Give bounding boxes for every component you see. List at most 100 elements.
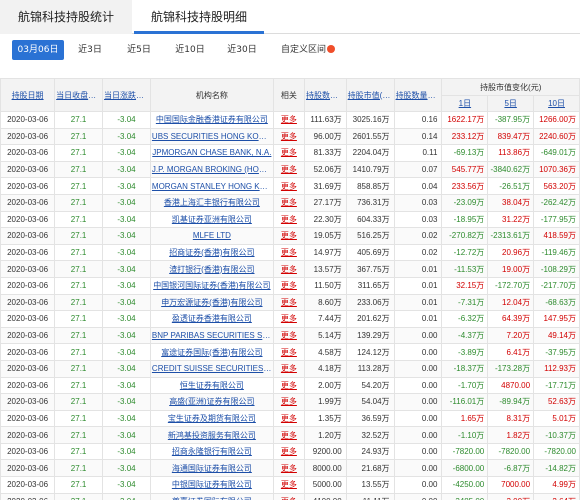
cell-institution-link[interactable]: 盈透证券香港有限公司 (149, 310, 274, 328)
cell-more-link[interactable]: 更多 (272, 376, 306, 395)
cell-value: 24.93万 (345, 442, 395, 461)
cell-change: -3.04 (102, 144, 151, 162)
cell-institution-link[interactable]: 招商永隆银行有限公司 (149, 442, 274, 461)
cell-more-link[interactable]: 更多 (272, 476, 306, 494)
cell-more-link[interactable]: 更多 (272, 310, 306, 328)
period-tab-5d[interactable]: 近5日 (120, 40, 158, 60)
cell-change: -3.04 (102, 359, 151, 378)
cell-change-10d: 4.99万 (533, 476, 580, 494)
table-row: 2020-03-06 27.1 -3.04 中国银河国际证券(香港)有限公司 更多 11.… (0, 276, 580, 295)
table-row: 2020-03-06 27.1 -3.04 香港上海汇丰银行有限公司 更多 27.17万 7… (0, 193, 580, 212)
cell-date: 2020-03-06 (0, 243, 56, 262)
cell-more-link[interactable]: 更多 (272, 177, 306, 195)
cell-more-link[interactable]: 更多 (272, 276, 306, 295)
cell-more-link[interactable]: 更多 (272, 243, 306, 262)
cell-institution-link[interactable]: 凯基证券亚洲有限公司 (149, 210, 274, 229)
cell-change-5d: -2313.61万 (487, 227, 535, 245)
cell-institution-link[interactable]: 中国国际金融香港证券有限公司 (149, 111, 274, 129)
cell-institution-link[interactable]: MLFE LTD (149, 227, 274, 245)
cell-more-link[interactable]: 更多 (272, 359, 306, 378)
col-header-ratio[interactable]: 持股数量占A股百分比(%) (393, 78, 443, 112)
col-header-shares[interactable]: 持股数量(股) (304, 78, 347, 112)
cell-change-1d: -18.37万 (441, 359, 489, 378)
col-header-10d[interactable]: 10日 (533, 95, 580, 112)
cell-more-link[interactable]: 更多 (272, 160, 306, 179)
cell-institution-link[interactable]: BNP PARIBAS SECURITIES SERVICES (149, 326, 274, 345)
period-tab-custom[interactable]: 自定义区间 (276, 40, 340, 60)
cell-institution-link[interactable]: 富途证券国际(香港)有限公司 (149, 343, 274, 361)
cell-institution-link[interactable]: CREDIT SUISSE SECURITIES (HONG KONG) (149, 359, 274, 378)
col-header-5d[interactable]: 5日 (487, 95, 535, 112)
cell-more-link[interactable]: 更多 (272, 442, 306, 461)
cell-close: 27.1 (54, 160, 104, 179)
cell-date: 2020-03-06 (0, 276, 56, 295)
period-tab-3d[interactable]: 近3日 (72, 40, 108, 60)
cell-institution-link[interactable]: 申万宏源证券(香港)有限公司 (149, 293, 274, 312)
cell-date: 2020-03-06 (0, 227, 56, 245)
cell-institution-link[interactable]: UBS SECURITIES HONG KONG LIMITED (149, 127, 274, 146)
cell-value: 11.11万 (345, 492, 395, 500)
tab-holding-details[interactable]: 航锦科技持股明细 (134, 0, 264, 34)
cell-more-link[interactable]: 更多 (272, 426, 306, 444)
cell-shares: 1.99万 (304, 393, 347, 411)
col-header-change[interactable]: 当日涨跌幅(%) (102, 78, 151, 112)
period-tab-30d[interactable]: 近30日 (222, 40, 262, 60)
cell-change-1d: -7820.00 (441, 442, 489, 461)
cell-institution-link[interactable]: MORGAN STANLEY HONG KONG SECURITIES (149, 177, 274, 195)
cell-institution-link[interactable]: 恒生证券有限公司 (149, 376, 274, 395)
cell-change-10d: 418.59万 (533, 227, 580, 245)
cell-more-link[interactable]: 更多 (272, 343, 306, 361)
cell-institution-link[interactable]: 新鸿基投资服务有限公司 (149, 426, 274, 444)
cell-value: 113.28万 (345, 359, 395, 378)
cell-institution-link[interactable]: 尊嘉证券国际有限公司 (149, 492, 274, 500)
cell-more-link[interactable]: 更多 (272, 144, 306, 162)
cell-more-link[interactable]: 更多 (272, 293, 306, 312)
cell-institution-link[interactable]: J.P. MORGAN BROKING (HONG KONG) (149, 160, 274, 179)
col-header-date[interactable]: 持股日期 (0, 78, 56, 112)
cell-institution-link[interactable]: JPMORGAN CHASE BANK, N.A. (149, 144, 274, 162)
col-header-value[interactable]: 持股市值(元) (345, 78, 395, 112)
cell-change-5d: 1.82万 (487, 426, 535, 444)
cell-ratio: 0.02 (393, 243, 443, 262)
cell-close: 27.1 (54, 260, 104, 278)
cell-date: 2020-03-06 (0, 359, 56, 378)
cell-institution-link[interactable]: 中国银河国际证券(香港)有限公司 (149, 276, 274, 295)
cell-institution-link[interactable]: 香港上海汇丰银行有限公司 (149, 193, 274, 212)
cell-more-link[interactable]: 更多 (272, 492, 306, 500)
col-header-close[interactable]: 当日收盘价(元) (54, 78, 104, 112)
cell-close: 27.1 (54, 459, 104, 478)
cell-institution-link[interactable]: 中银国际证券有限公司 (149, 476, 274, 494)
period-tab-10d[interactable]: 近10日 (170, 40, 210, 60)
cell-more-link[interactable]: 更多 (272, 127, 306, 146)
cell-more-link[interactable]: 更多 (272, 193, 306, 212)
cell-more-link[interactable]: 更多 (272, 210, 306, 229)
table-row: 2020-03-06 27.1 -3.04 新鸿基投资服务有限公司 更多 1.20万 32.… (0, 426, 580, 444)
col-header-value-change: 持股市值变化(元) (441, 78, 580, 96)
cell-more-link[interactable]: 更多 (272, 393, 306, 411)
cell-more-link[interactable]: 更多 (272, 111, 306, 129)
cell-more-link[interactable]: 更多 (272, 260, 306, 278)
cell-more-link[interactable]: 更多 (272, 459, 306, 478)
cell-change-10d: -14.82万 (533, 459, 580, 478)
cell-institution-link[interactable]: 渣打银行(香港)有限公司 (149, 260, 274, 278)
cell-change-1d: -23.09万 (441, 193, 489, 212)
cell-ratio: 0.16 (393, 111, 443, 129)
tab-holding-statistics[interactable]: 航锦科技持股统计 (0, 0, 132, 34)
cell-value: 54.04万 (345, 393, 395, 411)
col-header-1d[interactable]: 1日 (441, 95, 489, 112)
cell-shares: 27.17万 (304, 193, 347, 212)
cell-institution-link[interactable]: 招商证券(香港)有限公司 (149, 243, 274, 262)
cell-institution-link[interactable]: 宝生证券及期货有限公司 (149, 409, 274, 428)
period-tab-0306[interactable]: 03月06日 (12, 40, 64, 60)
cell-change-1d: -3485.00 (441, 492, 489, 500)
cell-change-1d: 233.56万 (441, 177, 489, 195)
cell-shares: 8.60万 (304, 293, 347, 312)
cell-date: 2020-03-06 (0, 459, 56, 478)
cell-institution-link[interactable]: 高盛(亚洲)证券有限公司 (149, 393, 274, 411)
cell-more-link[interactable]: 更多 (272, 326, 306, 345)
table-row: 2020-03-06 27.1 -3.04 中银国际证券有限公司 更多 5000.00 13… (0, 476, 580, 494)
cell-close: 27.1 (54, 210, 104, 229)
cell-more-link[interactable]: 更多 (272, 409, 306, 428)
cell-institution-link[interactable]: 海通国际证券有限公司 (149, 459, 274, 478)
cell-more-link[interactable]: 更多 (272, 227, 306, 245)
